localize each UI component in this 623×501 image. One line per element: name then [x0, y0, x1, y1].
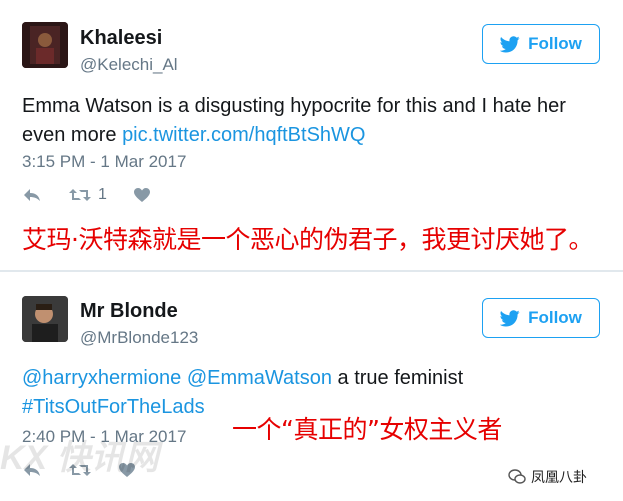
reply-icon	[24, 189, 40, 201]
chinese-caption: 艾玛·沃特森就是一个恶心的伪君子，我更讨厌她了。	[22, 225, 593, 254]
follow-button[interactable]: Follow	[482, 298, 600, 338]
display-name[interactable]: Khaleesi	[80, 27, 162, 50]
twitter-bird-icon	[500, 35, 520, 52]
reply-button[interactable]	[22, 187, 42, 203]
tweet-link[interactable]: pic.twitter.com/hqftBtShWQ	[122, 124, 365, 146]
follow-button[interactable]: Follow	[482, 24, 600, 64]
avatar[interactable]	[22, 296, 68, 342]
mention-link[interactable]: @EmmaWatson	[187, 367, 332, 389]
avatar[interactable]	[22, 22, 68, 68]
timestamp[interactable]: 3:15 PM - 1 Mar 2017	[22, 152, 186, 172]
tweet-actions: 1	[22, 186, 177, 204]
chinese-caption: 一个“真正的”女权主义者	[232, 415, 502, 444]
retweet-icon	[69, 189, 91, 201]
tweet-body: a true feminist	[331, 367, 464, 389]
twitter-bird-icon	[500, 309, 520, 326]
retweet-button[interactable]: 1	[68, 186, 107, 204]
watermark-right: 凤凰八卦	[508, 467, 587, 487]
display-name[interactable]: Mr Blonde	[80, 300, 178, 323]
like-button[interactable]	[133, 187, 151, 203]
user-handle[interactable]: @MrBlonde123	[80, 328, 198, 348]
watermark-left: KX 快讯网	[0, 439, 159, 477]
hashtag-link[interactable]: #TitsOutForTheLads	[22, 396, 205, 418]
user-handle[interactable]: @Kelechi_Al	[80, 55, 178, 75]
tweet-text: Emma Watson is a disgusting hypocrite fo…	[22, 92, 612, 150]
follow-label: Follow	[528, 308, 582, 327]
retweet-count: 1	[98, 186, 107, 203]
like-icon	[133, 188, 150, 202]
follow-label: Follow	[528, 34, 582, 53]
tweet-card: Khaleesi @Kelechi_Al Follow Emma Watson …	[0, 0, 623, 272]
wechat-icon	[508, 469, 526, 484]
mention-link[interactable]: @harryxhermione	[22, 367, 181, 389]
watermark-right-label: 凤凰八卦	[531, 469, 587, 485]
